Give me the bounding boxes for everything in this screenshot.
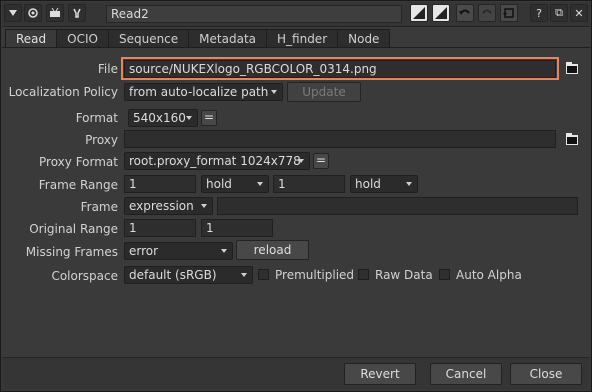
colorspace-label: Colorspace xyxy=(51,269,118,283)
raw-data-label: Raw Data xyxy=(375,268,433,282)
original-range-start-input[interactable]: 1 xyxy=(124,219,196,237)
proxy-input[interactable] xyxy=(124,130,556,148)
frame-range-start-input[interactable]: 1 xyxy=(124,175,196,193)
close-icon[interactable]: ✕ xyxy=(570,4,588,22)
colorspace-dropdown[interactable]: default (sRGB) xyxy=(124,266,253,284)
tab-metadata[interactable]: Metadata xyxy=(188,29,267,47)
node-properties-panel: Read2 ? ⧉ ✕ Read OCIO Sequence Metadata H_fi… xyxy=(0,0,592,392)
node-name-input[interactable]: Read2 xyxy=(106,5,402,23)
chevron-down-icon xyxy=(406,182,412,186)
circle-record-icon[interactable] xyxy=(24,4,42,22)
localization-policy-label: Localization Policy xyxy=(8,85,118,99)
chevron-down-icon xyxy=(201,204,207,208)
frame-mode-value: expression xyxy=(129,199,194,213)
raw-data-checkbox[interactable] xyxy=(358,269,369,280)
format-eq-button[interactable]: = xyxy=(201,110,217,126)
proxy-format-label: Proxy Format xyxy=(39,155,118,169)
tab-bar: Read OCIO Sequence Metadata H_finder Node xyxy=(5,29,391,47)
bottom-bar: Revert Cancel Close xyxy=(2,358,590,390)
revert-icon[interactable] xyxy=(500,4,518,22)
frame-range-end-input[interactable]: 1 xyxy=(273,175,345,193)
float-icon[interactable]: ⧉ xyxy=(550,4,568,22)
chevron-down-icon xyxy=(241,273,247,277)
redo-icon[interactable] xyxy=(478,4,496,22)
original-range-label: Original Range xyxy=(29,222,118,236)
proxy-format-dropdown[interactable]: root.proxy_format 1024x778 xyxy=(124,152,310,170)
chevron-down-icon xyxy=(186,116,192,120)
tab-read[interactable]: Read xyxy=(5,29,58,47)
file-highlight xyxy=(121,57,559,80)
original-range-end-input[interactable]: 1 xyxy=(201,219,273,237)
viewer-icon[interactable] xyxy=(46,4,64,22)
frame-label: Frame xyxy=(80,200,118,214)
tab-h-finder[interactable]: H_finder xyxy=(266,29,339,47)
proxy-format-value: root.proxy_format 1024x778 xyxy=(129,154,301,168)
frame-mode-dropdown[interactable]: expression xyxy=(124,197,213,215)
tab-ocio[interactable]: OCIO xyxy=(56,29,109,47)
revert-button[interactable]: Revert xyxy=(344,363,416,385)
help-icon[interactable]: ? xyxy=(530,4,548,22)
proxy-label: Proxy xyxy=(85,133,118,147)
folder-icon[interactable] xyxy=(565,132,579,146)
localization-policy-value: from auto-localize path xyxy=(129,85,269,99)
frame-range-label: Frame Range xyxy=(38,178,118,192)
missing-frames-dropdown[interactable]: error xyxy=(124,242,233,260)
frame-range-start-mode-value: hold xyxy=(206,177,232,191)
missing-frames-label: Missing Frames xyxy=(25,245,118,259)
reload-button[interactable]: reload xyxy=(236,240,309,260)
cancel-button[interactable]: Cancel xyxy=(430,363,502,385)
frame-input[interactable] xyxy=(217,197,578,215)
auto-alpha-checkbox[interactable] xyxy=(439,269,450,280)
format-label: Format xyxy=(75,111,118,125)
chevron-down-icon xyxy=(257,182,263,186)
update-button[interactable]: Update xyxy=(287,82,361,102)
chevron-down-icon xyxy=(271,90,277,94)
collapse-arrow-icon[interactable] xyxy=(4,4,22,22)
tab-divider xyxy=(2,47,590,48)
tab-sequence[interactable]: Sequence xyxy=(107,29,190,47)
folder-icon[interactable] xyxy=(565,61,579,75)
tab-node[interactable]: Node xyxy=(337,29,391,47)
frame-range-end-mode-value: hold xyxy=(355,177,381,191)
format-dropdown[interactable]: 540x160 xyxy=(128,109,198,127)
auto-alpha-label: Auto Alpha xyxy=(456,268,522,282)
missing-frames-value: error xyxy=(129,244,159,258)
colorspace-value: default (sRGB) xyxy=(129,268,217,282)
format-value: 540x160 xyxy=(133,111,186,125)
close-button[interactable]: Close xyxy=(510,363,582,385)
frame-range-start-mode-dropdown[interactable]: hold xyxy=(201,175,269,193)
wrench-icon[interactable] xyxy=(68,4,86,22)
file-label: File xyxy=(97,62,118,76)
frame-range-end-mode-dropdown[interactable]: hold xyxy=(350,175,418,193)
color-swatch-icon[interactable] xyxy=(432,4,450,22)
chevron-down-icon xyxy=(298,159,304,163)
title-bar: Read2 ? ⧉ ✕ xyxy=(2,2,590,27)
chevron-down-icon xyxy=(221,249,227,253)
localization-policy-dropdown[interactable]: from auto-localize path xyxy=(124,83,283,101)
premultiplied-label: Premultiplied xyxy=(275,268,355,282)
undo-icon[interactable] xyxy=(456,4,474,22)
proxy-format-eq-button[interactable]: = xyxy=(313,153,329,169)
color-swatch-icon[interactable] xyxy=(410,4,428,22)
premultiplied-checkbox[interactable] xyxy=(258,269,269,280)
